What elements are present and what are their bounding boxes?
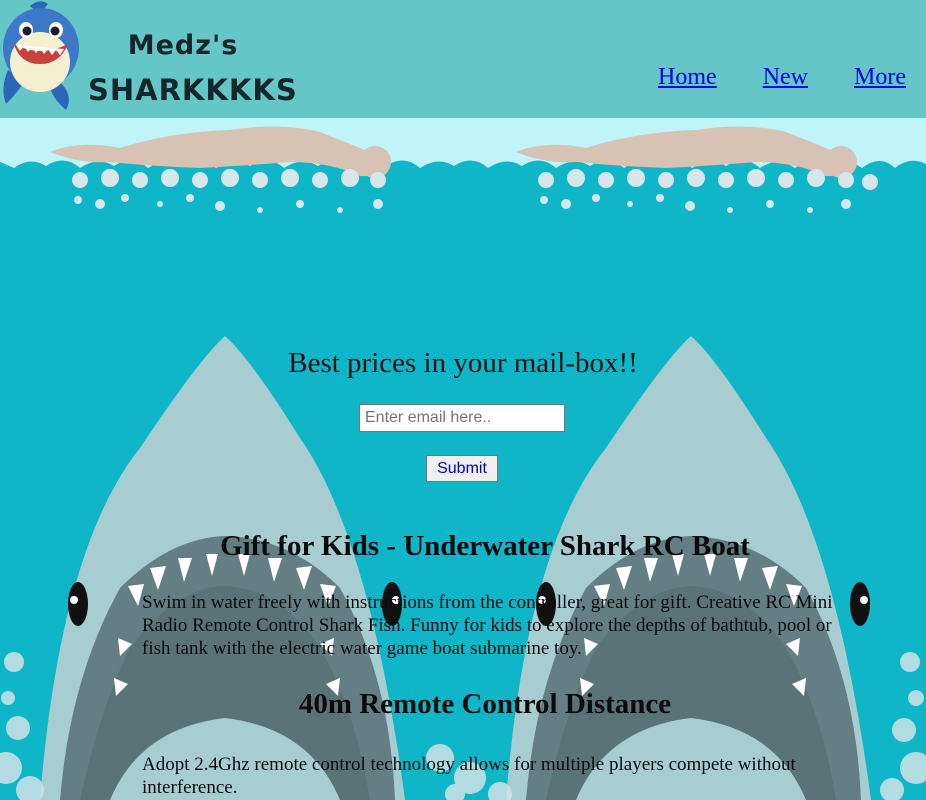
section-text-distance: Adopt 2.4Ghz remote control technology a… — [142, 754, 796, 798]
baby-shark-icon[interactable] — [0, 0, 82, 112]
main-nav: Home New More — [612, 64, 906, 91]
main-content: Best prices in your mail-box!! Submit Gi… — [0, 118, 926, 800]
nav-link-more[interactable]: More — [854, 64, 906, 90]
newsletter-heading: Best prices in your mail-box!! — [288, 347, 638, 379]
nav-link-new[interactable]: New — [763, 64, 808, 90]
section-text-gift: Swim in water freely with instructions f… — [142, 592, 833, 659]
brand-line-2: SHARKKKKS — [88, 73, 298, 107]
site-brand: Medz's SHARKKKKS — [88, 24, 298, 112]
nav-link-home[interactable]: Home — [658, 64, 717, 90]
site-header: Medz's SHARKKKKS Home New More — [0, 0, 926, 118]
brand-line-1: Medz's — [127, 30, 239, 61]
section-title-gift: Gift for Kids - Underwater Shark RC Boat — [220, 530, 750, 562]
submit-button[interactable]: Submit — [426, 455, 498, 482]
email-input[interactable] — [359, 404, 565, 432]
section-title-distance: 40m Remote Control Distance — [298, 688, 672, 720]
